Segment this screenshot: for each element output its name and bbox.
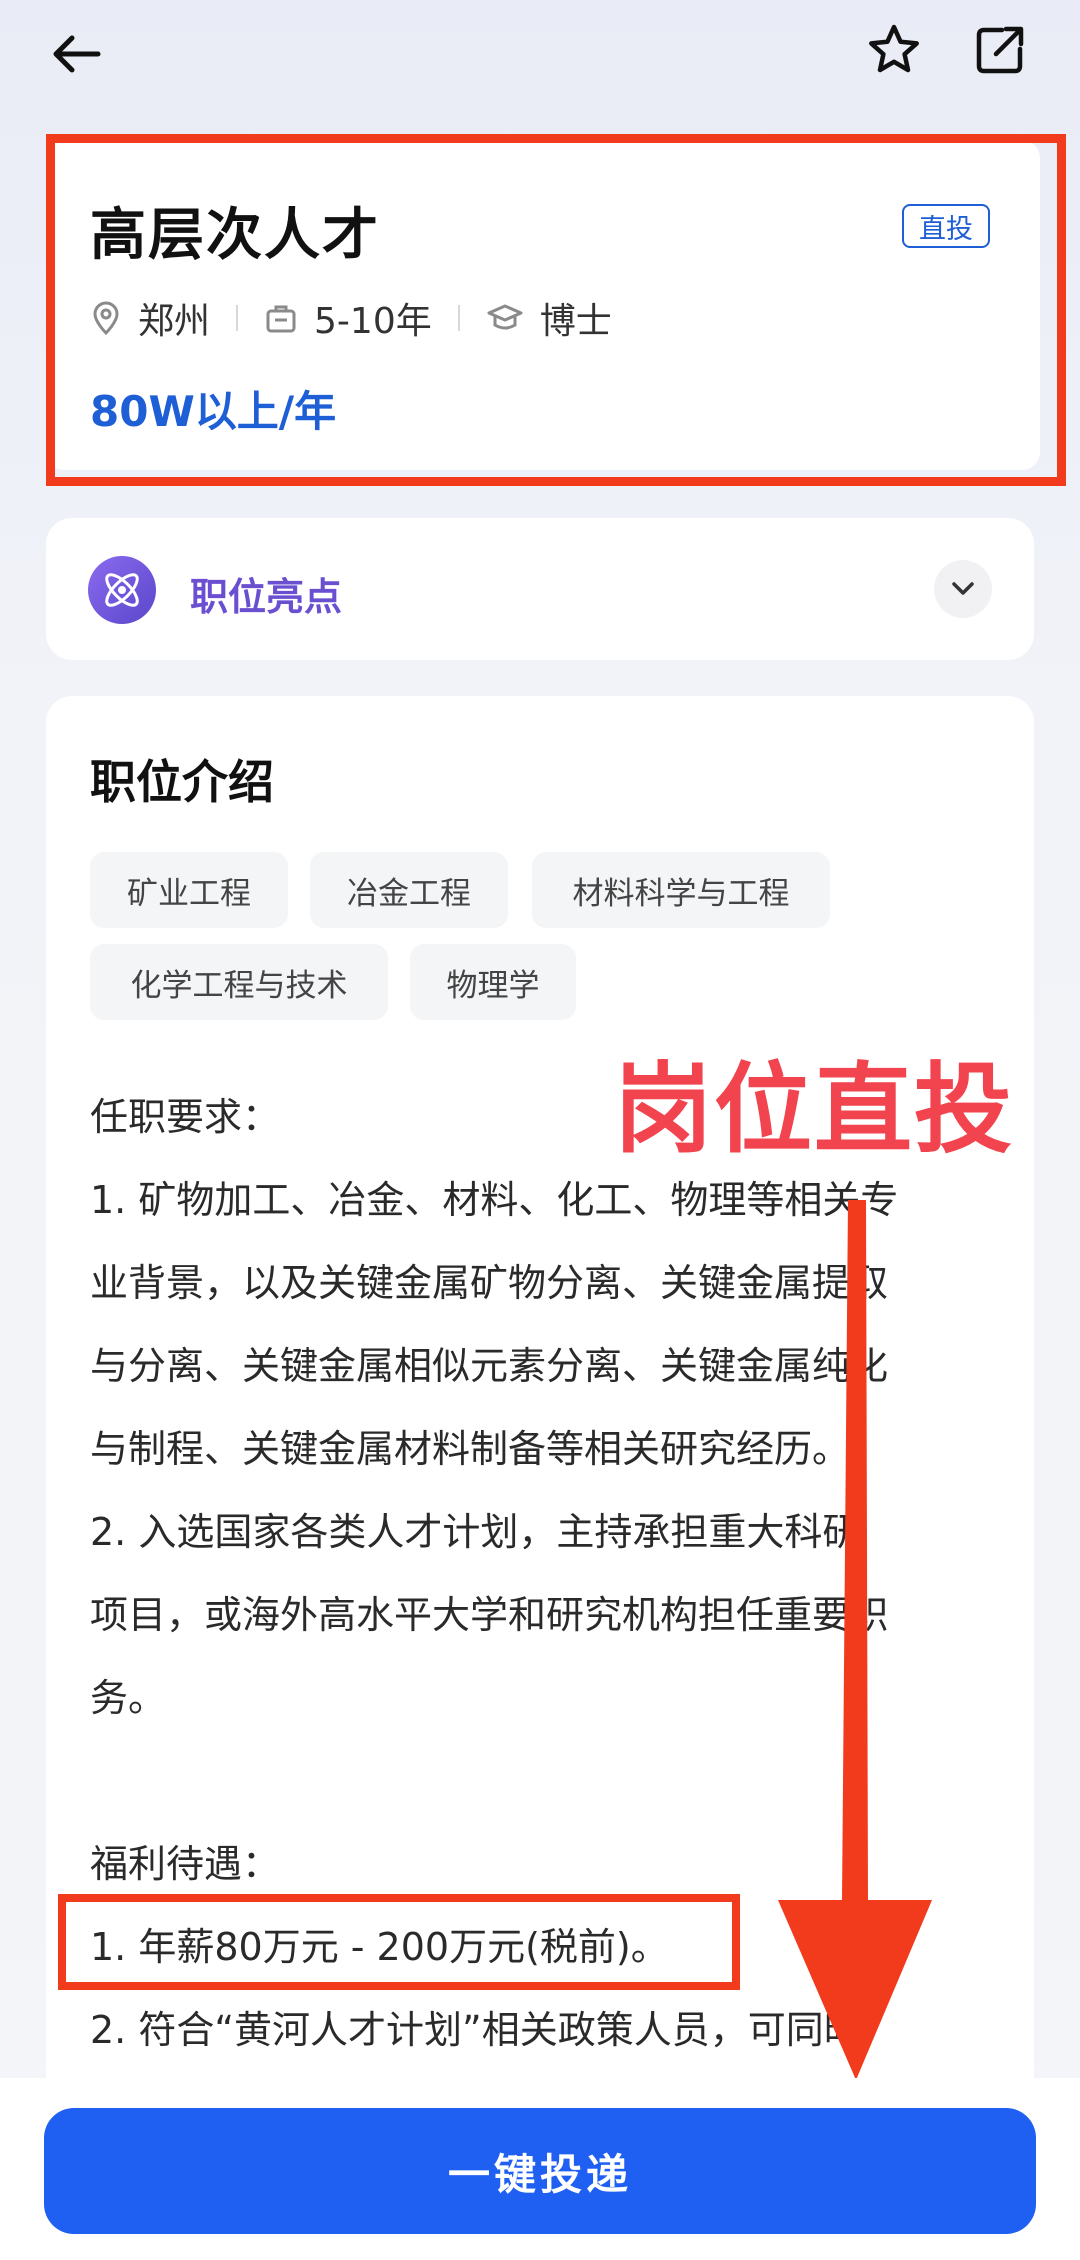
body-line: 与制程、关键金属材料制备等相关研究经历。 [90,1427,851,1471]
body-line: 2. 符合“黄河人才计划”相关政策人员，可同时 [90,2008,862,2052]
meta-divider [457,305,460,331]
highlights-label: 职位亮点 [190,575,343,619]
job-meta-row: 郑州 5-10年 博士 [90,292,612,344]
body-line: 与分离、关键金属相似元素分离、关键金属纯化 [90,1344,889,1388]
body-line: 1. 年薪80万元 - 200万元(税前)。 [90,1925,669,1969]
body-line: 项目，或海外高水平大学和研究机构担任重要职 [90,1593,889,1637]
direct-apply-badge: 直投 [902,204,990,248]
meta-divider [236,305,239,331]
location-item: 郑州 [90,292,210,344]
experience-text: 5-10年 [314,301,432,342]
location-pin-icon [93,301,119,336]
location-text: 郑州 [138,301,211,342]
briefcase-icon [266,305,296,333]
chevron-down-icon [952,582,974,595]
experience-item: 5-10年 [264,292,432,344]
tag-item[interactable]: 矿业工程 [90,852,288,928]
job-title: 高层次人才 [90,203,380,268]
back-button[interactable] [36,14,116,94]
body-line: 2. 入选国家各类人才计划，主持承担重大科研 [90,1510,861,1554]
salary-text: 80W以上/年 [90,387,337,436]
one-click-apply-button[interactable]: 一键投递 [44,2108,1036,2234]
share-icon [976,26,1024,74]
share-button[interactable] [960,10,1040,90]
tag-item[interactable]: 物理学 [410,944,576,1020]
tag-item[interactable]: 冶金工程 [310,852,508,928]
body-line: 业背景，以及关键金属矿物分离、关键金属提取 [90,1261,889,1305]
arrow-left-icon [53,35,101,73]
star-icon [869,24,919,73]
graduation-cap-icon [487,304,523,330]
body-line: 务。 [90,1676,167,1720]
tag-item[interactable]: 化学工程与技术 [90,944,388,1020]
atom-icon [88,556,156,624]
tag-item[interactable]: 材料科学与工程 [532,852,830,928]
intro-title: 职位介绍 [90,755,274,809]
benefits-heading: 福利待遇： [90,1842,281,1886]
education-text: 博士 [539,301,612,342]
top-bar [0,0,1080,120]
annotation-label: 岗位直投 [614,1053,1015,1167]
highlights-expand-button[interactable] [934,560,992,618]
education-item: 博士 [486,292,612,344]
favorite-button[interactable] [854,10,934,90]
highlights-icon-wrap [88,556,156,624]
